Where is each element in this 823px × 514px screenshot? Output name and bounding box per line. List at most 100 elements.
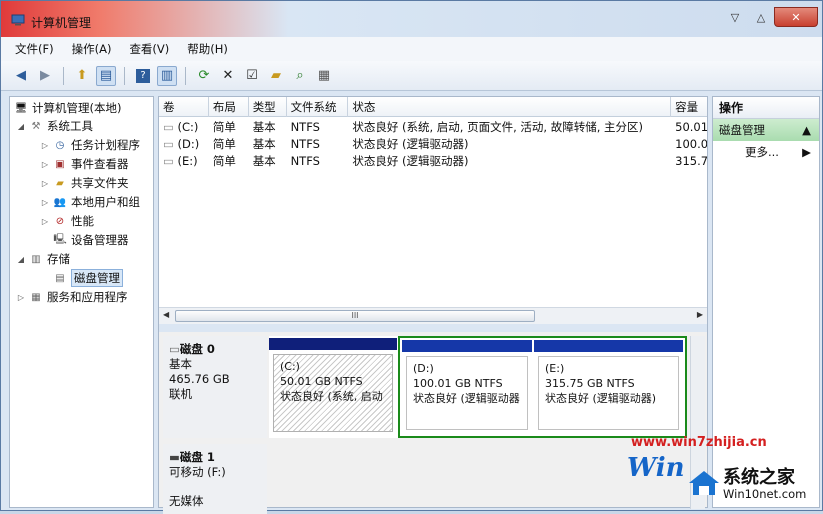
column-header-status[interactable]: 状态 [348,97,672,117]
properties-button[interactable]: ☑ [242,66,262,86]
actions-section-disk-management[interactable]: 磁盘管理 ▲ [713,119,819,141]
tree-node-performance[interactable]: ▷ ⊘ 性能 [40,212,94,230]
watermark-url: www.win7zhijia.cn [631,435,767,450]
table-row[interactable]: ▭ (D:) 简单 基本 NTFS 状态良好 (逻辑驱动器) 100.0 [159,136,707,153]
minimize-button[interactable]: ▽ [722,7,748,27]
delete-button[interactable]: ✕ [218,66,238,86]
disk0-info[interactable]: ▭磁盘 0 基本 465.76 GB 联机 [163,336,267,438]
close-icon: ✕ [791,10,801,24]
computer-management-icon: 🖥 [14,102,28,114]
show-tree-button[interactable]: ▤ [96,65,116,86]
show-actions-button[interactable]: ▥ [157,65,177,86]
disk-properties-button[interactable]: ▦ [314,66,334,86]
menu-bar: 文件(F) 操作(A) 查看(V) 帮助(H) [1,37,822,61]
collapse-arrow-icon: ◢ [17,121,25,131]
disk1-info[interactable]: ▬磁盘 1 可移动 (F:) 无媒体 [163,444,267,514]
tree-node-services[interactable]: ▷ ▦ 服务和应用程序 [16,288,128,306]
house-logo-icon [689,471,719,495]
tree-node-device-manager[interactable]: 🖳 设备管理器 [53,231,128,249]
open-folder-icon: ▰ [271,68,281,83]
volume-icon: ▭ [163,120,174,134]
tree-node-local-users[interactable]: ▷ 👥 本地用户和组 [40,193,140,211]
search-button[interactable]: ⌕ [290,66,310,86]
disk-management-icon: ▤ [55,272,65,284]
partition-d[interactable]: (D:) 100.01 GB NTFS 状态良好 (逻辑驱动器 [402,340,532,434]
column-header-volume[interactable]: 卷 [159,97,209,117]
delete-icon: ✕ [222,68,234,83]
menu-help[interactable]: 帮助(H) [187,41,228,57]
disk0-partitions: (C:) 50.01 GB NTFS 状态良好 (系统, 启动 (D:) 100… [269,336,687,438]
table-row[interactable]: ▭ (E:) 简单 基本 NTFS 状态良好 (逻辑驱动器) 315.7 [159,153,707,170]
table-row[interactable]: ▭ (C:) 简单 基本 NTFS 状态良好 (系统, 启动, 页面文件, 活动… [159,119,707,136]
forward-button[interactable]: ▶ [35,66,55,86]
toolbar-separator [124,66,125,85]
column-header-filesystem[interactable]: 文件系统 [287,97,349,117]
refresh-button[interactable]: ⟳ [194,66,214,86]
window: 计算机管理 ▽ △ ✕ 文件(F) 操作(A) 查看(V) 帮助(H) ◀ ▶ … [0,0,823,514]
shared-folder-icon: ▰ [56,177,64,189]
column-header-type[interactable]: 类型 [249,97,287,117]
clock-icon: ◷ [55,139,65,151]
collapse-up-icon: ▲ [802,123,811,137]
partition-bar [269,338,397,350]
close-button[interactable]: ✕ [774,7,818,27]
partition-e[interactable]: (E:) 315.75 GB NTFS 状态良好 (逻辑驱动器) [534,340,683,434]
scroll-left-icon[interactable]: ◀ [163,310,169,319]
collapse-arrow-icon: ◢ [17,254,25,264]
disk-icon: ▭ [169,342,180,356]
toolbar: ◀ ▶ ⬆ ▤ ? ▥ ⟳ ✕ ☑ ▰ ⌕ ▦ [1,61,822,91]
removable-disk-icon: ▬ [169,450,180,464]
horizontal-scrollbar[interactable]: ◀ III ▶ [159,307,707,324]
back-arrow-icon: ◀ [16,68,26,83]
disk-map: ▭磁盘 0 基本 465.76 GB 联机 (C:) 50.01 GB NTFS… [159,332,707,514]
watermark-logo-url: Win10net.com [723,487,807,501]
users-icon: 👥 [53,196,67,208]
tree-node-disk-management[interactable]: ▤ 磁盘管理 [53,269,123,287]
maximize-button[interactable]: △ [748,7,774,27]
expand-arrow-icon: ▷ [17,292,25,302]
expand-arrow-icon: ▷ [41,197,49,207]
watermark-logo-big: Win [627,453,685,483]
title-bar: 计算机管理 ▽ △ ✕ [1,1,822,37]
partition-bar [402,340,532,352]
column-header-capacity[interactable]: 容量 [671,97,707,117]
open-button[interactable]: ▰ [266,66,286,86]
volume-icon: ▭ [163,154,174,168]
expand-arrow-icon: ▷ [41,178,49,188]
tree-node-task-scheduler[interactable]: ▷ ◷ 任务计划程序 [40,136,140,154]
maximize-icon: △ [756,10,766,24]
partition-c[interactable]: (C:) 50.01 GB NTFS 状态良好 (系统, 启动 [269,338,397,436]
tree-panel-icon: ▤ [99,68,113,83]
scroll-right-icon[interactable]: ▶ [697,310,703,319]
partition-bar [534,340,683,352]
tree-node-storage[interactable]: ◢ ▥ 存储 [16,250,70,268]
forward-arrow-icon: ▶ [40,68,50,83]
computer-management-icon [11,14,25,26]
toolbar-separator [185,66,186,85]
up-level-button[interactable]: ⬆ [72,66,92,86]
tree-node-system-tools[interactable]: ◢ ⚒ 系统工具 [16,117,93,135]
properties-icon: ☑ [246,68,258,83]
back-button[interactable]: ◀ [11,66,31,86]
storage-icon: ▥ [31,253,41,265]
expand-arrow-icon: ▷ [41,140,49,150]
scrollbar-thumb[interactable]: III [175,310,535,322]
menu-view[interactable]: 查看(V) [129,41,169,57]
event-viewer-icon: ▣ [55,158,65,170]
pane-splitter[interactable] [159,324,707,332]
menu-action[interactable]: 操作(A) [72,41,112,57]
navigation-tree: 🖥 计算机管理(本地) ◢ ⚒ 系统工具 ▷ ◷ 任务计划程序 ▷ ▣ 事件查看… [9,96,154,508]
actions-panel-icon: ▥ [160,68,174,83]
column-header-layout[interactable]: 布局 [209,97,249,117]
menu-file[interactable]: 文件(F) [15,41,54,57]
actions-header: 操作 [713,97,819,119]
tree-node-shared-folders[interactable]: ▷ ▰ 共享文件夹 [40,174,129,192]
tree-node-root[interactable]: 🖥 计算机管理(本地) [14,99,122,117]
expand-arrow-icon: ▷ [41,216,49,226]
help-button[interactable]: ? [133,66,153,86]
expand-arrow-icon: ▷ [41,159,49,169]
actions-more[interactable]: 更多... ▶ [713,141,819,163]
refresh-icon: ⟳ [198,68,210,83]
disk-icon: ▦ [317,68,331,83]
tree-node-event-viewer[interactable]: ▷ ▣ 事件查看器 [40,155,129,173]
